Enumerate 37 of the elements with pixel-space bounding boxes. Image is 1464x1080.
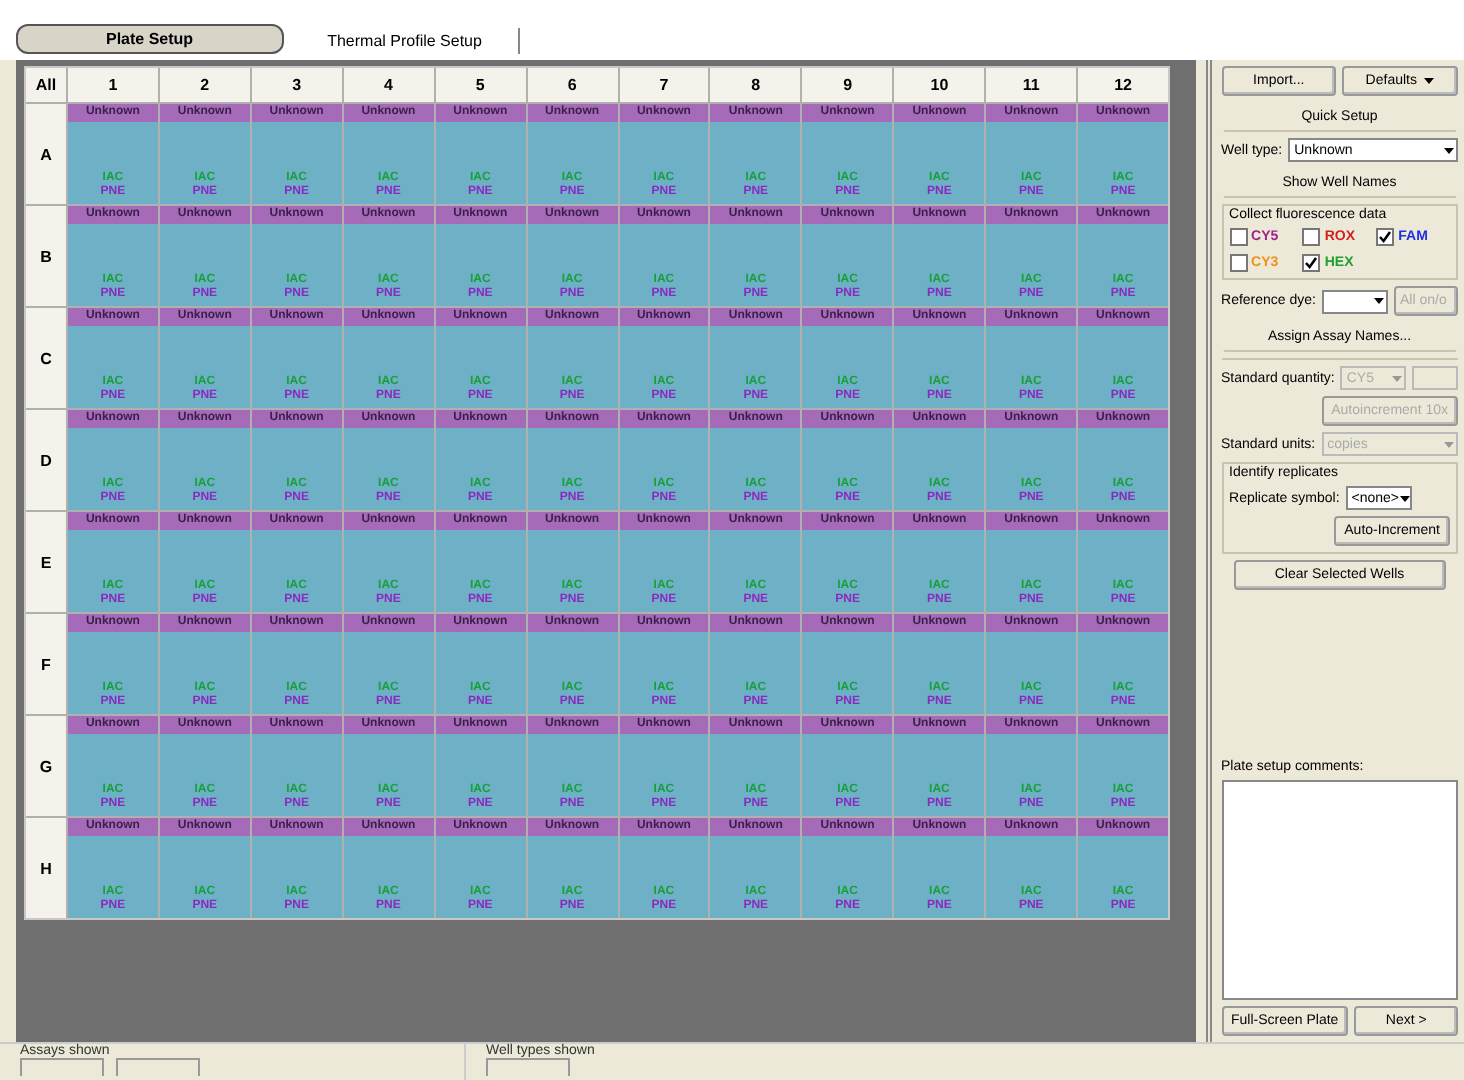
caret-icon: [1392, 375, 1403, 381]
column-header[interactable]: 2: [159, 68, 250, 102]
row-header[interactable]: A: [26, 104, 66, 204]
column-header[interactable]: 4: [343, 68, 434, 102]
column-header[interactable]: 8: [710, 68, 801, 102]
select-all-button[interactable]: All: [26, 68, 66, 102]
column-header[interactable]: 12: [1078, 68, 1168, 102]
column-header[interactable]: 6: [527, 68, 617, 102]
column-header[interactable]: 1: [68, 68, 158, 102]
caret-icon: [1444, 441, 1454, 447]
column-header[interactable]: 7: [619, 68, 709, 102]
quantity-field[interactable]: [1412, 366, 1458, 390]
column-header[interactable]: 11: [986, 68, 1077, 102]
column-header[interactable]: 5: [435, 68, 526, 102]
checkmark-icon: [1304, 256, 1319, 270]
row-header[interactable]: F: [26, 614, 66, 714]
column-header[interactable]: 10: [894, 68, 985, 102]
assay-filter-button[interactable]: [116, 1058, 200, 1076]
row-header[interactable]: H: [26, 818, 66, 918]
well-type-filter-button[interactable]: [486, 1058, 570, 1076]
comments-field[interactable]: [1221, 780, 1458, 1000]
tab[interactable]: Thermal Profile Setup: [291, 28, 520, 54]
row-header[interactable]: E: [26, 512, 66, 612]
caret-icon: [1399, 495, 1410, 501]
caret-icon: [1424, 78, 1435, 84]
column-header[interactable]: 9: [802, 68, 893, 102]
checkmark-icon: [1378, 230, 1393, 244]
row-header[interactable]: D: [26, 410, 66, 510]
tab[interactable]: Plate Setup: [16, 24, 284, 54]
caret-icon: [1444, 147, 1454, 153]
column-header[interactable]: 3: [251, 68, 342, 102]
reference-dye-dropdown[interactable]: [1322, 289, 1388, 313]
row-header[interactable]: C: [26, 308, 66, 408]
row-header[interactable]: G: [26, 716, 66, 816]
assay-filter-button[interactable]: [20, 1058, 104, 1076]
caret-icon: [1374, 298, 1384, 304]
row-header[interactable]: B: [26, 206, 66, 306]
